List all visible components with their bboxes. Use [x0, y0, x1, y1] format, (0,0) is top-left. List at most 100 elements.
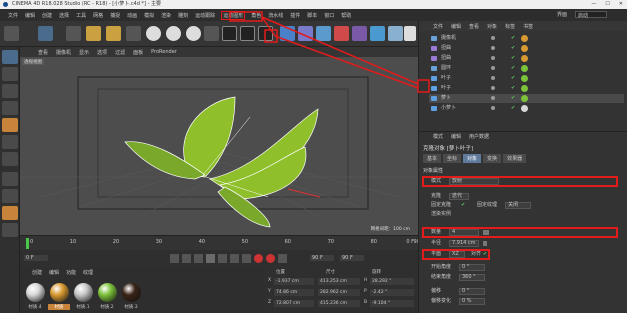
viewport-menu-item[interactable]: 选项	[97, 49, 107, 56]
current-frame-field[interactable]: 90 F	[340, 255, 364, 261]
attribute-tab[interactable]: 效果器	[503, 154, 527, 163]
deformer-icon[interactable]	[352, 26, 367, 41]
viewport-menu-item[interactable]: 显示	[79, 49, 89, 56]
material-tag-icon[interactable]	[521, 95, 528, 102]
material-tag-icon[interactable]	[521, 35, 528, 42]
minimize-button[interactable]: —	[591, 0, 596, 9]
menu-item-4[interactable]: 工具	[76, 12, 86, 19]
object-row[interactable]: 圆环 ✔	[429, 64, 624, 73]
object-menu-item[interactable]: 标签	[505, 23, 515, 30]
menu-item-12[interactable]: 运动图形	[221, 10, 246, 20]
object-row[interactable]: 萝卜 ✔	[429, 94, 624, 103]
coord-rotation-field[interactable]: -2.42 °	[370, 289, 414, 296]
rotate-icon[interactable]	[106, 26, 121, 41]
coord-position-field[interactable]: -1.937 cm	[274, 278, 314, 285]
material-menu-item[interactable]: 纹理	[83, 269, 93, 276]
pen-spline-icon[interactable]	[298, 26, 313, 41]
menu-item-18[interactable]: 帮助	[341, 12, 351, 19]
object-row[interactable]: 摄像机 ✔	[429, 34, 624, 43]
make-editable-icon[interactable]	[2, 50, 18, 64]
menu-item-5[interactable]: 网格	[93, 12, 103, 19]
offset-input[interactable]: 0 °	[459, 288, 485, 295]
viewport-perspective[interactable]: 透视视图 网格间距：100 cm	[20, 57, 418, 235]
first-frame-icon[interactable]	[170, 254, 179, 263]
floor-icon[interactable]	[370, 26, 385, 41]
object-row[interactable]: 叶子 ✔	[429, 74, 624, 83]
menu-item-14[interactable]: 流水线	[268, 12, 283, 19]
attribute-tab[interactable]: 基本	[423, 154, 442, 163]
enabled-check-icon[interactable]: ✔	[511, 64, 515, 73]
enabled-check-icon[interactable]: ✔	[511, 44, 515, 53]
visibility-dots-icon[interactable]	[491, 66, 495, 70]
visibility-dots-icon[interactable]	[491, 56, 495, 60]
object-row[interactable]: 叶子 ✔	[429, 84, 624, 93]
texture-mode-icon[interactable]	[2, 84, 18, 98]
play-icon[interactable]	[206, 254, 215, 263]
coord-size-field[interactable]: 415.236 cm	[318, 300, 360, 307]
render-settings-icon[interactable]	[258, 26, 273, 41]
menu-item-7[interactable]: 动画	[127, 12, 137, 19]
scale-icon[interactable]	[86, 26, 101, 41]
move-icon[interactable]	[66, 26, 81, 41]
end-angle-input[interactable]: 360 °	[459, 274, 485, 281]
viewport-menu-item[interactable]: ProRender	[151, 49, 177, 55]
object-name[interactable]: 扭曲	[441, 44, 451, 53]
object-name[interactable]: 圆环	[441, 64, 451, 73]
coord-rotation-field[interactable]: -9.104 °	[370, 300, 414, 307]
auto-key-icon[interactable]	[266, 254, 275, 263]
material-menu-item[interactable]: 功能	[66, 269, 76, 276]
render-picture-viewer-icon[interactable]	[240, 26, 255, 41]
object-name[interactable]: 萝卜	[441, 94, 451, 103]
material-preview[interactable]	[98, 283, 117, 302]
menu-item-3[interactable]: 选择	[59, 12, 69, 19]
coord-size-field[interactable]: 282.962 cm	[318, 289, 360, 296]
attribute-menu-item[interactable]: 模式	[433, 133, 443, 140]
menu-item-0[interactable]: 文件	[8, 12, 18, 19]
attribute-menu-item[interactable]: 编辑	[451, 133, 461, 140]
object-name[interactable]: 叶子	[441, 74, 451, 83]
object-row[interactable]: 扭曲 ✔	[429, 54, 624, 63]
model-mode-icon[interactable]	[2, 67, 18, 81]
object-name[interactable]: 小萝卜	[441, 104, 456, 113]
viewport-menu-item[interactable]: 面板	[133, 49, 143, 56]
enabled-check-icon[interactable]: ✔	[511, 54, 515, 63]
menu-item-17[interactable]: 窗口	[324, 12, 334, 19]
material-menu-item[interactable]: 编辑	[49, 269, 59, 276]
enabled-check-icon[interactable]: ✔	[511, 104, 515, 113]
radius-slider[interactable]	[483, 241, 487, 246]
visibility-dots-icon[interactable]	[491, 96, 495, 100]
end-frame-field[interactable]: 90 F	[310, 255, 334, 261]
attribute-tab[interactable]: 坐标	[443, 154, 462, 163]
record-icon[interactable]	[254, 254, 263, 263]
object-row[interactable]: 小萝卜 ✔	[429, 104, 624, 113]
material-tag-icon[interactable]	[521, 45, 528, 52]
enabled-check-icon[interactable]: ✔	[511, 84, 515, 93]
menu-item-13[interactable]: 角色	[251, 12, 261, 19]
material-tag-icon[interactable]	[521, 75, 528, 82]
workplane-icon[interactable]	[2, 189, 18, 203]
object-menu-item[interactable]: 对象	[487, 23, 497, 30]
prev-frame-icon[interactable]	[194, 254, 203, 263]
menu-item-10[interactable]: 雕刻	[178, 12, 188, 19]
close-button[interactable]: ✕	[619, 0, 623, 9]
object-name[interactable]: 摄像机	[441, 34, 456, 43]
snap-icon[interactable]	[2, 172, 18, 186]
prev-key-icon[interactable]	[182, 254, 191, 263]
visibility-dots-icon[interactable]	[491, 106, 495, 110]
mograph-icon[interactable]	[334, 26, 349, 41]
material-tag-icon[interactable]	[521, 85, 528, 92]
maximize-button[interactable]: ☐	[605, 0, 609, 9]
lock-workplane-icon[interactable]	[2, 206, 18, 220]
attribute-tab[interactable]: 对象	[463, 154, 482, 163]
timeline[interactable]: 0 10 20 30 40 50 60 70 80 90 0 F	[20, 235, 420, 250]
next-frame-icon[interactable]	[218, 254, 227, 263]
enabled-check-icon[interactable]: ✔	[511, 94, 515, 103]
menu-item-9[interactable]: 渲染	[161, 12, 171, 19]
soft-selection-icon[interactable]	[2, 223, 18, 237]
z-axis-icon[interactable]	[186, 26, 201, 41]
material-menu-item[interactable]: 创建	[32, 269, 42, 276]
viewport-menu-item[interactable]: 查看	[38, 49, 48, 56]
points-mode-icon[interactable]	[2, 101, 18, 115]
menu-item-2[interactable]: 创建	[42, 12, 52, 19]
coord-position-field[interactable]: 74.86 cm	[274, 289, 314, 296]
